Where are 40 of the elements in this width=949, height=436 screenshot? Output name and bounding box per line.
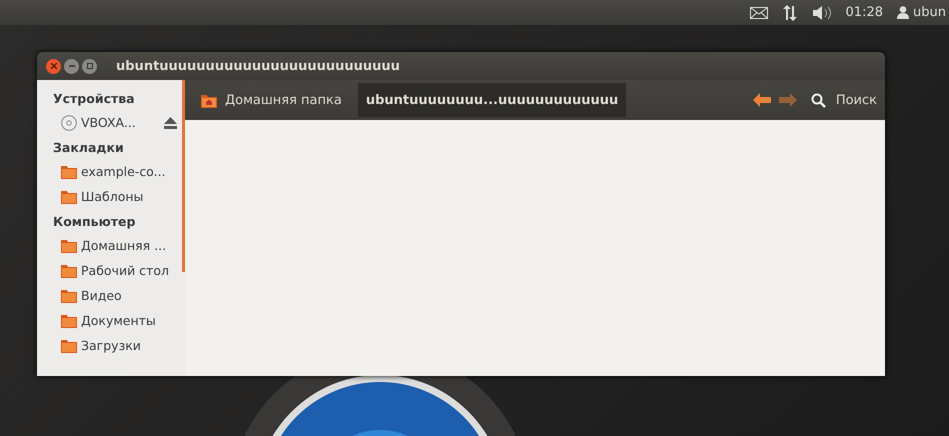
network-icon[interactable]: [782, 4, 798, 20]
section-heading: Закладки: [52, 138, 125, 156]
mail-icon[interactable]: [750, 6, 768, 18]
window-title: ubuntuuuuuuuuuuuuuuuuuuuuuuuuuu: [116, 58, 400, 74]
user-name[interactable]: ubun: [913, 5, 946, 20]
sidebar-item[interactable]: Видео: [81, 288, 122, 303]
back-arrow-icon[interactable]: [752, 93, 771, 107]
close-icon: [50, 63, 56, 69]
clock[interactable]: 01:28: [846, 5, 883, 20]
sidebar-item[interactable]: VBOXA...: [81, 115, 136, 130]
disc-icon: [61, 114, 77, 130]
folder-icon: [61, 238, 77, 253]
sidebar-item[interactable]: example-co...: [81, 164, 166, 179]
search-icon: [810, 92, 826, 108]
close-button[interactable]: [46, 58, 61, 74]
sidebar-item[interactable]: Документы: [81, 313, 156, 328]
folder-icon: [61, 164, 77, 179]
section-heading: Устройства: [52, 90, 136, 108]
sidebar-item[interactable]: Рабочий стол: [81, 263, 169, 278]
section-heading: Компьютер: [52, 212, 136, 231]
sidebar-item[interactable]: Домашняя ...: [81, 238, 166, 253]
maximize-icon: [86, 63, 92, 69]
maximize-button[interactable]: [82, 58, 97, 74]
folder-icon: [61, 313, 77, 328]
folder-icon: [61, 263, 77, 278]
folder-icon: [61, 338, 77, 353]
sidebar-item[interactable]: Загрузки: [81, 338, 141, 353]
folder-icon: [61, 189, 77, 204]
search-button[interactable]: Поиск: [804, 92, 877, 108]
eject-icon[interactable]: [164, 116, 177, 128]
path-button[interactable]: ubuntuuuuuuuu...uuuuuuuuuuuuu: [358, 83, 626, 117]
volume-icon[interactable]: [812, 6, 832, 20]
sidebar-item[interactable]: Шаблоны: [81, 189, 144, 204]
scrollbar[interactable]: [182, 80, 185, 272]
home-folder-icon: [201, 92, 217, 108]
folder-icon: [61, 288, 77, 303]
user-icon[interactable]: [897, 6, 909, 19]
minimize-icon: [68, 63, 74, 69]
minimize-button[interactable]: [64, 58, 79, 74]
path-button[interactable]: Домашняя папка: [193, 83, 350, 117]
